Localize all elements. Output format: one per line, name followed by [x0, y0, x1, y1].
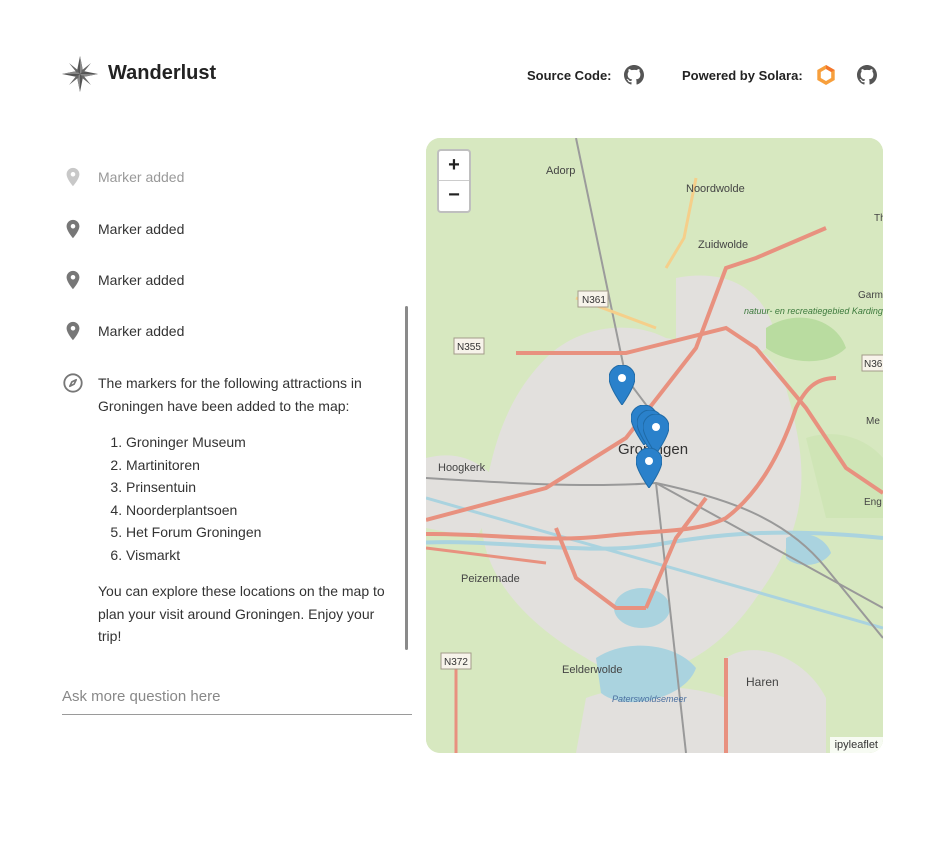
place-label: Peizermade	[461, 573, 520, 585]
chat-history: Marker added Marker added Marker added M…	[62, 150, 412, 670]
place-label: Adorp	[546, 165, 575, 177]
compass-rose-logo-icon	[62, 56, 98, 92]
road-label: N361	[582, 295, 606, 306]
attraction-item: Noorderplantsoen	[126, 499, 388, 522]
map-marker-icon	[62, 218, 84, 240]
lake-label: Paterswoldsemeer	[612, 694, 688, 704]
road-label: N372	[444, 657, 468, 668]
place-label: Zuidwolde	[698, 239, 748, 251]
github-icon[interactable]	[624, 65, 644, 85]
solara-logo-icon[interactable]	[815, 64, 837, 86]
app-title: Wanderlust	[108, 62, 217, 84]
map-attribution[interactable]: ipyleaflet	[829, 737, 883, 753]
map-marker-icon	[62, 166, 84, 188]
compass-icon	[62, 372, 84, 394]
map-marker-pin[interactable]	[609, 365, 635, 405]
map-view[interactable]: Adorp Noordwolde Zuidwolde Hoogkerk Peiz…	[426, 138, 883, 753]
road-label: N355	[457, 342, 481, 353]
place-label: Eelderwolde	[562, 664, 623, 676]
message-text: Marker added	[98, 323, 185, 339]
zoom-out-button[interactable]: −	[439, 181, 469, 210]
attraction-item: Vismarkt	[126, 544, 388, 567]
place-label: Eng	[864, 497, 882, 508]
attraction-item: Prinsentuin	[126, 476, 388, 499]
message-text: Marker added	[98, 169, 185, 185]
place-label: Hoogkerk	[438, 462, 486, 474]
source-code-label: Source Code:	[527, 68, 612, 83]
message-text: Marker added	[98, 272, 185, 288]
place-label: Me	[866, 416, 880, 427]
place-label: Th	[874, 213, 883, 224]
attraction-item: Groninger Museum	[126, 431, 388, 454]
place-label: Garm	[858, 290, 883, 301]
chat-scrollbar[interactable]	[405, 306, 408, 650]
assistant-intro: The markers for the following attraction…	[98, 375, 362, 414]
header: Wanderlust Source Code: Powered by Solar…	[0, 0, 946, 140]
park-label: natuur- en recreatiegebied Kardinge	[744, 306, 883, 316]
assistant-text: The markers for the following attraction…	[98, 372, 388, 648]
powered-by-label: Powered by Solara:	[682, 68, 803, 83]
zoom-in-button[interactable]: +	[439, 151, 469, 181]
map-marker-icon	[62, 320, 84, 342]
github-icon[interactable]	[857, 65, 877, 85]
map-marker-pin[interactable]	[636, 448, 662, 488]
assistant-outro: You can explore these locations on the m…	[98, 583, 385, 644]
road-label: N36	[864, 359, 883, 370]
place-label: Haren	[746, 675, 779, 689]
zoom-control: + −	[437, 149, 471, 213]
message-text: Marker added	[98, 221, 185, 237]
question-input[interactable]	[62, 678, 412, 714]
question-input-container	[62, 678, 412, 715]
attraction-item: Martinitoren	[126, 454, 388, 477]
map-marker-icon	[62, 269, 84, 291]
attractions-list: Groninger Museum Martinitoren Prinsentui…	[98, 431, 388, 566]
attraction-item: Het Forum Groningen	[126, 521, 388, 544]
place-label: Noordwolde	[686, 183, 745, 195]
